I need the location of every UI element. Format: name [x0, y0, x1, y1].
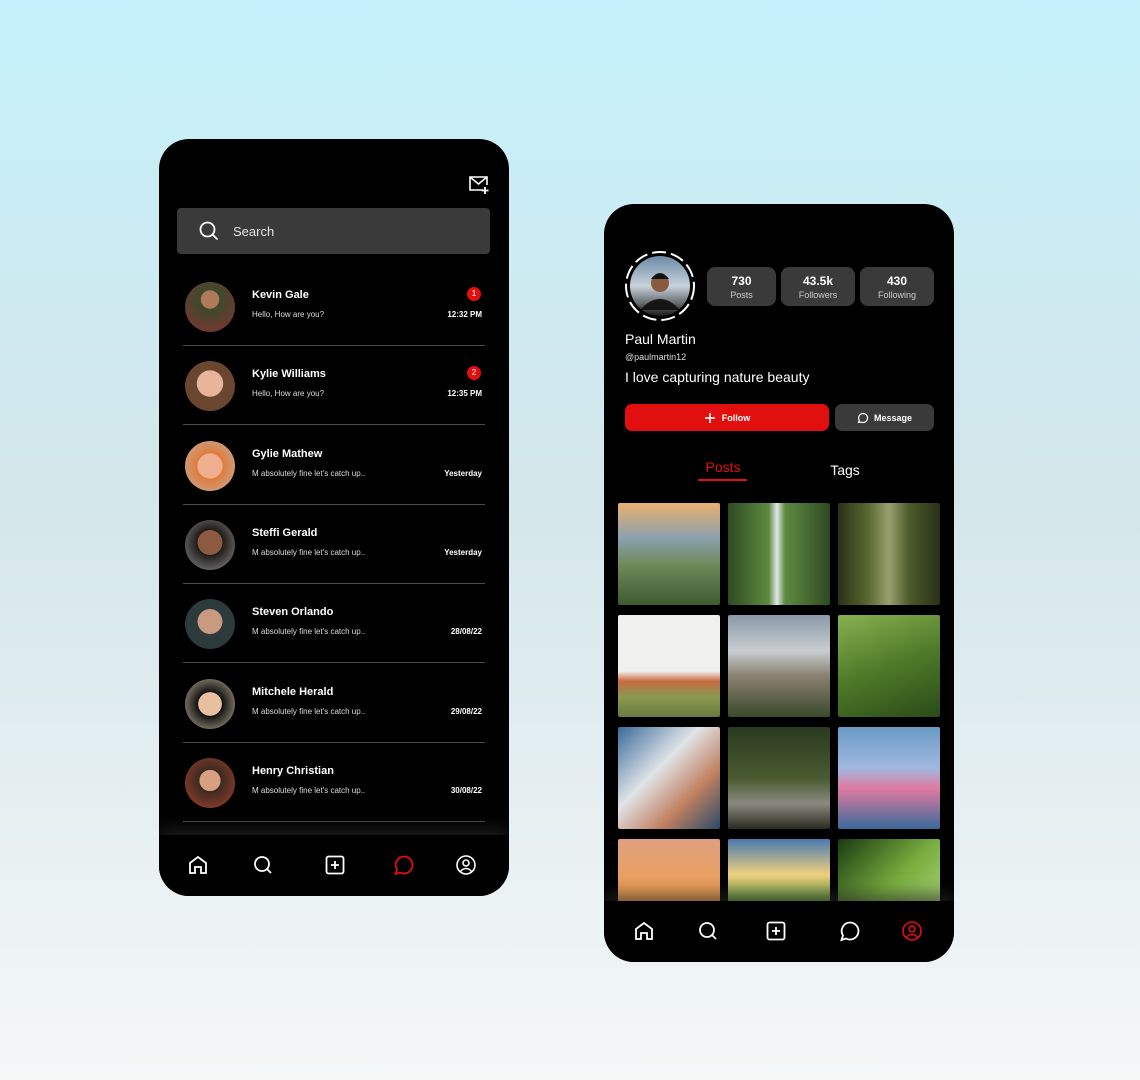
message-preview: Hello, How are you? [252, 310, 325, 319]
plus-icon [704, 412, 715, 423]
profile-nav-icon[interactable] [454, 853, 478, 877]
contact-name: Steven Orlando [252, 606, 334, 619]
tab-posts[interactable]: Posts [698, 459, 748, 475]
avatar [185, 440, 235, 491]
message-preview: M absolutely fine let's catch up.. [252, 468, 366, 478]
conversation-item[interactable]: Henry Christian M absolutely fine let's … [183, 756, 485, 835]
stat-followers[interactable]: 43.5k Followers [781, 267, 855, 306]
contact-name: Gylie Mathew [252, 447, 323, 460]
post-thumbnail[interactable] [838, 615, 940, 717]
contact-name: Steffi Gerald [252, 526, 318, 539]
message-preview: M absolutely fine let's catch up.. [252, 627, 366, 637]
stat-value: 730 [731, 274, 752, 288]
message-time: Yesterday [444, 547, 482, 557]
post-thumbnail[interactable] [618, 727, 720, 829]
conversation-item[interactable]: Kevin Gale Hello, How are you? 12:32 PM … [183, 280, 485, 359]
message-time: 29/08/22 [450, 706, 482, 716]
conversation-item[interactable]: Mitchele Herald M absolutely fine let's … [183, 677, 485, 756]
avatar [185, 599, 235, 650]
messages-screen: Search Kevin Gale Hello, How are you? 12… [159, 139, 509, 896]
stat-label: Posts [730, 290, 753, 300]
follow-label: Follow [721, 412, 751, 423]
divider [183, 662, 485, 664]
divider [183, 741, 485, 743]
message-time: 12:32 PM [447, 310, 482, 319]
add-post-icon[interactable] [323, 853, 347, 877]
add-post-icon[interactable] [764, 919, 788, 943]
stat-following[interactable]: 430 Following [860, 267, 934, 306]
follow-button[interactable]: Follow [625, 404, 829, 431]
search-nav-icon[interactable] [696, 919, 720, 943]
post-thumbnail[interactable] [728, 503, 830, 605]
divider [183, 820, 485, 822]
divider [183, 345, 485, 346]
post-thumbnail[interactable] [728, 727, 830, 829]
post-thumbnail[interactable] [618, 503, 720, 605]
avatar [185, 361, 235, 412]
conversation-item[interactable]: Kylie Williams Hello, How are you? 12:35… [183, 359, 485, 438]
conversation-item[interactable]: Gylie Mathew M absolutely fine let's cat… [183, 439, 485, 518]
profile-nav-icon[interactable] [900, 919, 924, 943]
avatar [185, 519, 235, 570]
message-time: 12:35 PM [447, 389, 482, 399]
conversation-item[interactable]: Steven Orlando M absolutely fine let's c… [183, 597, 485, 676]
post-thumbnail[interactable] [728, 615, 830, 717]
messages-nav-icon[interactable] [838, 919, 862, 943]
search-input[interactable]: Search [177, 208, 490, 254]
stat-posts[interactable]: 730 Posts [707, 267, 776, 306]
profile-screen: 730 Posts 43.5k Followers 430 Following Paul … [604, 204, 954, 962]
message-label: Message [873, 412, 913, 423]
contact-name: Kevin Gale [252, 289, 309, 301]
unread-badge: 2 [467, 366, 481, 381]
message-time: 28/08/22 [450, 627, 482, 637]
active-tab-indicator [698, 479, 747, 481]
message-button[interactable]: Message [835, 404, 934, 431]
message-preview: Hello, How are you? [252, 389, 325, 399]
stat-value: 430 [886, 274, 908, 288]
messages-nav-icon[interactable] [392, 853, 416, 877]
search-nav-icon[interactable] [251, 853, 275, 877]
home-icon[interactable] [632, 919, 656, 943]
new-message-icon[interactable] [468, 175, 490, 195]
profile-name: Paul Martin [625, 331, 696, 347]
chat-icon [857, 412, 869, 423]
stat-label: Followers [798, 290, 838, 300]
post-thumbnail[interactable] [838, 727, 940, 829]
search-placeholder: Search [233, 223, 275, 239]
message-time: 30/08/22 [450, 785, 482, 795]
post-thumbnail[interactable] [838, 503, 940, 605]
bottom-nav [159, 835, 509, 896]
message-preview: M absolutely fine let's catch up.. [252, 785, 366, 795]
divider [183, 424, 485, 426]
post-thumbnail[interactable] [618, 615, 720, 717]
home-icon[interactable] [186, 853, 210, 877]
profile-bio: I love capturing nature beauty [625, 369, 810, 385]
search-icon [199, 221, 219, 241]
stat-value: 43.5k [802, 274, 834, 288]
bottom-nav [604, 901, 954, 962]
conversation-item[interactable]: Steffi Gerald M absolutely fine let's ca… [183, 518, 485, 597]
avatar [185, 282, 235, 332]
contact-name: Henry Christian [252, 764, 334, 777]
tab-tags[interactable]: Tags [820, 462, 870, 478]
divider [183, 503, 485, 505]
avatar [185, 757, 235, 808]
profile-avatar[interactable] [624, 250, 696, 322]
avatar [185, 678, 235, 729]
message-preview: M absolutely fine let's catch up.. [252, 547, 366, 557]
message-preview: M absolutely fine let's catch up.. [252, 706, 366, 716]
contact-name: Mitchele Herald [252, 685, 334, 698]
contact-name: Kylie Williams [252, 368, 326, 381]
profile-handle: @paulmartin12 [625, 352, 687, 362]
stat-label: Following [877, 290, 917, 300]
message-time: Yesterday [444, 468, 482, 478]
unread-badge: 1 [467, 287, 481, 301]
divider [183, 582, 485, 584]
